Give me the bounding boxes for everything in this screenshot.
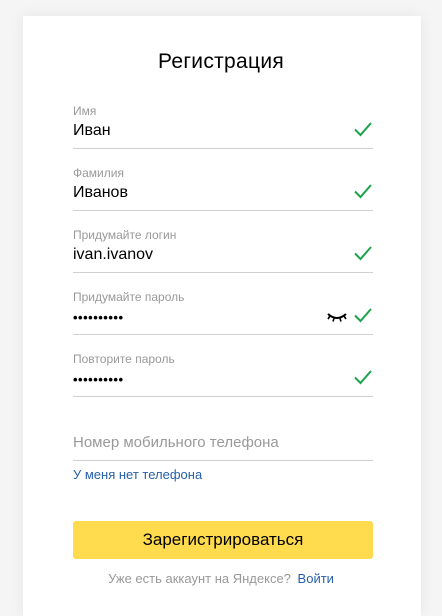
- repeat-password-label: Повторите пароль: [73, 352, 175, 366]
- check-icon: [354, 184, 372, 199]
- no-phone-link[interactable]: У меня нет телефона: [73, 467, 202, 482]
- check-icon: [354, 246, 372, 261]
- repeat-password-value[interactable]: ••••••••••: [73, 370, 124, 390]
- login-link[interactable]: Войти: [298, 571, 334, 586]
- last-name-field[interactable]: Фамилия Иванов: [73, 166, 373, 211]
- last-name-label: Фамилия: [73, 166, 124, 180]
- login-field[interactable]: Придумайте логин ivan.ivanov: [73, 228, 373, 273]
- password-label: Придумайте пароль: [73, 290, 185, 304]
- last-name-value[interactable]: Иванов: [73, 183, 128, 203]
- login-prompt-text: Уже есть аккаунт на Яндексе?: [108, 571, 291, 586]
- repeat-password-field[interactable]: Повторите пароль ••••••••••: [73, 352, 373, 397]
- page-title: Регистрация: [157, 50, 285, 73]
- password-field[interactable]: Придумайте пароль ••••••••••: [73, 290, 373, 335]
- check-icon: [354, 308, 372, 323]
- eye-closed-icon[interactable]: [327, 311, 347, 323]
- first-name-field[interactable]: Имя Иван: [73, 104, 373, 149]
- check-icon: [354, 370, 372, 385]
- check-icon: [354, 122, 372, 137]
- first-name-value[interactable]: Иван: [73, 121, 111, 141]
- first-name-label: Имя: [73, 104, 97, 118]
- login-prompt: Уже есть аккаунт на Яндексе? Войти: [0, 571, 442, 586]
- login-label: Придумайте логин: [73, 228, 177, 242]
- register-button[interactable]: Зарегистрироваться: [73, 521, 373, 559]
- login-value[interactable]: ivan.ivanov: [73, 245, 153, 265]
- password-value[interactable]: ••••••••••: [73, 308, 124, 328]
- phone-input[interactable]: Номер мобильного телефона: [73, 432, 373, 461]
